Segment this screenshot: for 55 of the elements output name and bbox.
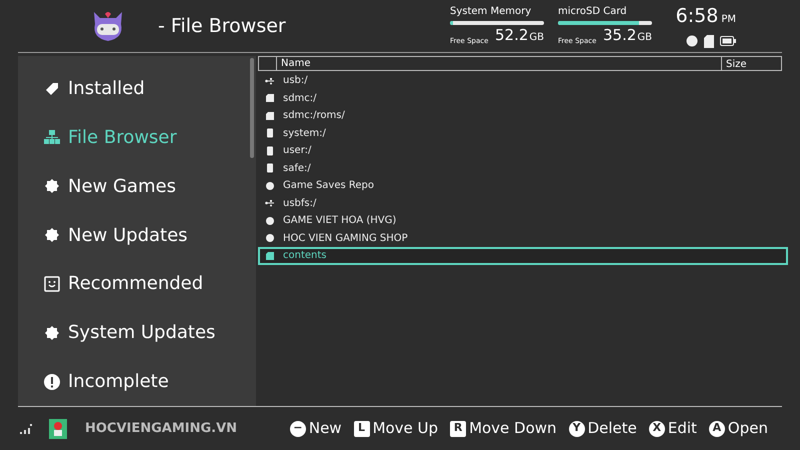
sidebar-item[interactable]: System Updates	[18, 308, 256, 358]
sd-card-icon	[265, 250, 275, 261]
file-row[interactable]: user:/	[258, 142, 782, 160]
signal-icon	[20, 424, 32, 434]
badge-icon	[44, 227, 60, 243]
badge-icon	[44, 178, 60, 194]
file-row[interactable]: GAME VIET HOA (HVG)	[258, 212, 782, 230]
sidebar-item[interactable]: Recommended	[18, 259, 256, 308]
drive-icon	[265, 128, 275, 138]
free-space-amount: 52.2 GB	[494, 27, 544, 46]
file-row[interactable]: Game Saves Repo	[258, 177, 782, 194]
sidebar-item[interactable]: Incomplete	[18, 357, 256, 406]
action-hint[interactable]: − New	[290, 417, 342, 440]
usb-icon	[265, 198, 275, 208]
file-row[interactable]: sdmc:/roms/	[258, 107, 782, 124]
action-hint[interactable]: X Edit	[648, 417, 697, 440]
ticket-icon	[44, 80, 60, 96]
page-title: - File Browser	[158, 14, 286, 39]
storage-label: System Memory	[450, 6, 532, 18]
column-header: Name	[280, 57, 312, 71]
column-header: Size	[721, 57, 781, 70]
sidebar-item[interactable]: Installed	[18, 64, 256, 113]
action-hint[interactable]: L Move Up	[354, 417, 438, 440]
action-hint[interactable]: R Move Down	[450, 417, 557, 440]
usb-icon	[265, 76, 275, 86]
file-row[interactable]: contents	[258, 247, 788, 264]
disc-icon	[265, 216, 275, 226]
action-hint[interactable]: A Open	[708, 417, 768, 440]
drive-icon	[265, 163, 275, 174]
battery-icon	[720, 36, 736, 46]
drive-icon	[265, 146, 275, 156]
disc-icon	[265, 180, 275, 191]
sd-card-icon	[265, 93, 275, 104]
avatar-icon	[49, 418, 67, 438]
badge-icon	[44, 324, 60, 341]
file-row[interactable]: usbfs:/	[258, 194, 782, 212]
storage-label: microSD Card	[558, 6, 628, 18]
alert-icon	[44, 374, 60, 390]
file-row[interactable]: system:/	[258, 124, 782, 142]
clock: 6:58 PM	[676, 4, 736, 28]
smiley-icon	[44, 276, 60, 292]
sidebar-item[interactable]: File Browser	[18, 112, 256, 162]
file-row[interactable]: HOC VIEN GAMING SHOP	[258, 230, 782, 247]
file-row[interactable]: sdmc:/	[258, 90, 782, 107]
network-icon	[44, 129, 60, 146]
free-space-amount: 35.2 GB	[602, 27, 652, 46]
sidebar-item[interactable]: New Updates	[18, 210, 256, 260]
sd-card-icon	[704, 34, 714, 48]
disc-icon	[265, 233, 275, 244]
file-row[interactable]: safe:/	[258, 160, 782, 177]
sd-card-icon	[265, 110, 275, 121]
file-row[interactable]: usb:/	[258, 72, 782, 90]
action-hint[interactable]: Y Delete	[568, 417, 637, 440]
brand-name: HOCVIENGAMING.VN	[85, 420, 238, 438]
sidebar-item[interactable]: New Games	[18, 162, 256, 211]
